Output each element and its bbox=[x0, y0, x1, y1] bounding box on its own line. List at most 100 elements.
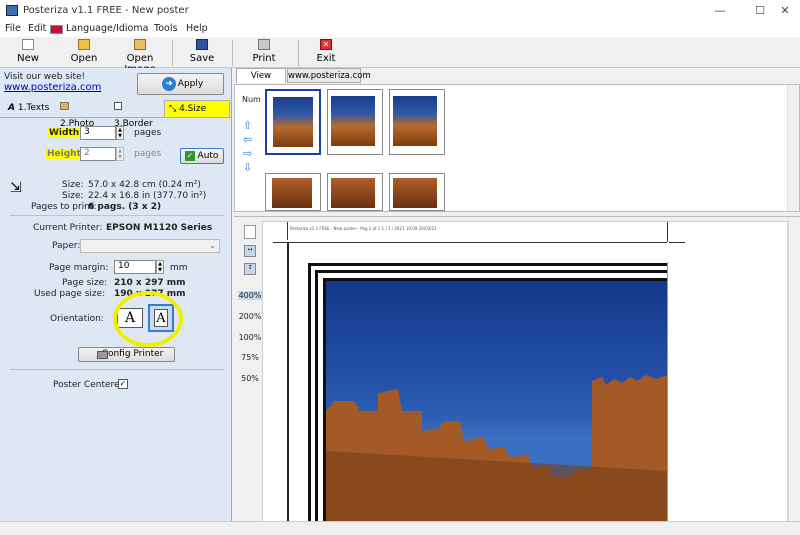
preview-scrollbar[interactable] bbox=[788, 217, 800, 522]
zoom-200[interactable]: 200% bbox=[238, 312, 262, 321]
print-button[interactable]: Print bbox=[248, 39, 280, 64]
thumbnail-scrollbar[interactable] bbox=[787, 85, 799, 211]
height-unit: pages bbox=[134, 149, 162, 159]
menu-language[interactable]: Language/Idioma bbox=[66, 23, 148, 34]
used-page-size-label: Used page size: bbox=[34, 289, 106, 299]
preview-page: Posteriza v1.1 FREE - New poster - Pag 1… bbox=[262, 221, 788, 522]
tab-texts[interactable]: A 1.Texts bbox=[4, 100, 54, 117]
printer-icon bbox=[258, 39, 270, 50]
thumbnail-image bbox=[273, 97, 313, 147]
thumbnail-image bbox=[393, 96, 437, 146]
tab-border[interactable]: 3.Border bbox=[110, 100, 162, 129]
fit-width-icon[interactable]: ↔ bbox=[244, 245, 256, 257]
zoom-75[interactable]: 75% bbox=[238, 353, 262, 362]
tab-website[interactable]: www.posteriza.com bbox=[287, 68, 371, 83]
width-spinner[interactable]: ▲ ▼ bbox=[116, 126, 124, 140]
tab-view-poster[interactable]: View Poster bbox=[236, 68, 286, 95]
preview-header-text: Posteriza v1.1 FREE - New poster - Pag 1… bbox=[290, 226, 437, 231]
tab-photo[interactable]: 2.Photo bbox=[56, 100, 106, 129]
exit-button[interactable]: ✕ Exit bbox=[310, 39, 342, 64]
page-margin-spinner[interactable]: ▲ ▼ bbox=[156, 260, 164, 274]
thumbnail-image bbox=[331, 178, 375, 208]
auto-button[interactable]: ✓ Auto bbox=[180, 148, 224, 164]
fit-height-icon[interactable]: ↕ bbox=[244, 263, 256, 275]
pages-to-print-label: Pages to print: bbox=[31, 202, 97, 212]
zoom-100[interactable]: 100% bbox=[238, 333, 262, 342]
page-thumbnail[interactable] bbox=[389, 173, 445, 211]
photo-tab-icon bbox=[60, 102, 69, 110]
page-margin-input[interactable]: 10 bbox=[114, 260, 156, 274]
page-thumbnail[interactable] bbox=[265, 89, 321, 155]
new-button[interactable]: New bbox=[12, 39, 44, 64]
page-size-label: Page size: bbox=[62, 278, 108, 288]
size-cm-value: 57.0 x 42.8 cm (0.24 m²) bbox=[88, 180, 201, 190]
poster-size-icon: ⇲ bbox=[10, 180, 22, 196]
page-margin-label: Page margin: bbox=[49, 263, 109, 273]
poster-border-line bbox=[287, 242, 289, 521]
window-title: Posteriza v1.1 FREE - New poster bbox=[23, 5, 189, 16]
arrow-left-icon[interactable]: ⇦ bbox=[243, 133, 252, 147]
height-spinner[interactable]: ▲ ▼ bbox=[116, 147, 124, 161]
page-margin-unit: mm bbox=[170, 263, 188, 273]
app-icon bbox=[6, 5, 18, 16]
save-button[interactable]: Save bbox=[186, 39, 218, 64]
website-link[interactable]: www.posteriza.com bbox=[4, 82, 101, 93]
toolbar-separator bbox=[172, 40, 173, 66]
crop-mark bbox=[667, 222, 668, 242]
page-view-icon[interactable] bbox=[244, 225, 256, 239]
save-disk-icon bbox=[196, 39, 208, 50]
settings-tabs: A 1.Texts 2.Photo 3.Border ⤡ 4.Size bbox=[0, 100, 232, 129]
open-button[interactable]: Open bbox=[68, 39, 100, 64]
arrow-right-icon[interactable]: ⇨ bbox=[243, 147, 252, 161]
divider bbox=[10, 369, 224, 370]
arrow-right-icon: ➜ bbox=[162, 77, 176, 91]
page-thumbnail[interactable] bbox=[327, 89, 383, 155]
size-in-value: 22.4 x 16.8 in (377.70 in²) bbox=[88, 191, 207, 201]
size-cm-label: Size: bbox=[62, 180, 84, 190]
config-printer-button[interactable]: Config Printer bbox=[78, 347, 175, 362]
page-thumbnail[interactable] bbox=[265, 173, 321, 211]
page-thumbnail[interactable] bbox=[389, 89, 445, 155]
page-size-value: 210 x 297 mm bbox=[114, 278, 186, 288]
checkmark-icon: ✓ bbox=[185, 151, 195, 161]
poster-photo bbox=[326, 281, 668, 521]
page-edge bbox=[667, 262, 668, 521]
resize-tab-icon: ⤡ bbox=[169, 104, 177, 114]
tab-size[interactable]: ⤡ 4.Size bbox=[164, 100, 230, 117]
menu-bar: File Edit Language/Idioma Tools Help bbox=[0, 22, 800, 37]
width-input[interactable]: 3 bbox=[80, 126, 116, 140]
menu-help[interactable]: Help bbox=[186, 23, 208, 34]
thumbnail-image bbox=[272, 178, 312, 208]
close-button[interactable]: ✕ bbox=[770, 2, 800, 20]
toolbar-separator bbox=[298, 40, 299, 66]
num-label: Num bbox=[242, 95, 261, 104]
toolbar-separator bbox=[232, 40, 233, 66]
uk-flag-icon bbox=[50, 25, 63, 34]
castle-wall-image bbox=[326, 375, 668, 521]
thumbnail-image bbox=[331, 96, 375, 146]
arrow-up-icon[interactable]: ⇧ bbox=[243, 119, 252, 133]
zoom-400[interactable]: 400% bbox=[238, 291, 262, 300]
height-input[interactable]: 2 bbox=[80, 147, 116, 161]
page-thumbnail[interactable] bbox=[327, 173, 383, 211]
thumbnail-image bbox=[393, 178, 437, 208]
divider bbox=[10, 215, 224, 216]
menu-tools[interactable]: Tools bbox=[154, 23, 177, 34]
open-folder-icon bbox=[78, 39, 90, 50]
visit-site-text: Visit our web site! bbox=[4, 72, 86, 82]
poster-centered-checkbox[interactable]: ✓ bbox=[118, 379, 128, 389]
pages-to-print-value: 6 pags. (3 x 2) bbox=[88, 202, 162, 212]
zoom-50[interactable]: 50% bbox=[238, 374, 262, 383]
open-image-icon bbox=[134, 39, 146, 50]
toolbar: New Open Open Image Save Print ✕ Exit bbox=[0, 37, 800, 75]
menu-file[interactable]: File bbox=[5, 23, 21, 34]
new-document-icon bbox=[22, 39, 34, 50]
orientation-label: Orientation: bbox=[50, 314, 104, 324]
menu-edit[interactable]: Edit bbox=[28, 23, 46, 34]
apply-button[interactable]: ➜ Apply bbox=[137, 73, 224, 95]
width-unit: pages bbox=[134, 128, 162, 138]
arrow-down-icon[interactable]: ⇩ bbox=[243, 161, 252, 175]
minimize-button[interactable]: — bbox=[700, 2, 740, 20]
crop-mark bbox=[287, 222, 288, 240]
paper-select[interactable]: ⌄ bbox=[80, 239, 220, 253]
